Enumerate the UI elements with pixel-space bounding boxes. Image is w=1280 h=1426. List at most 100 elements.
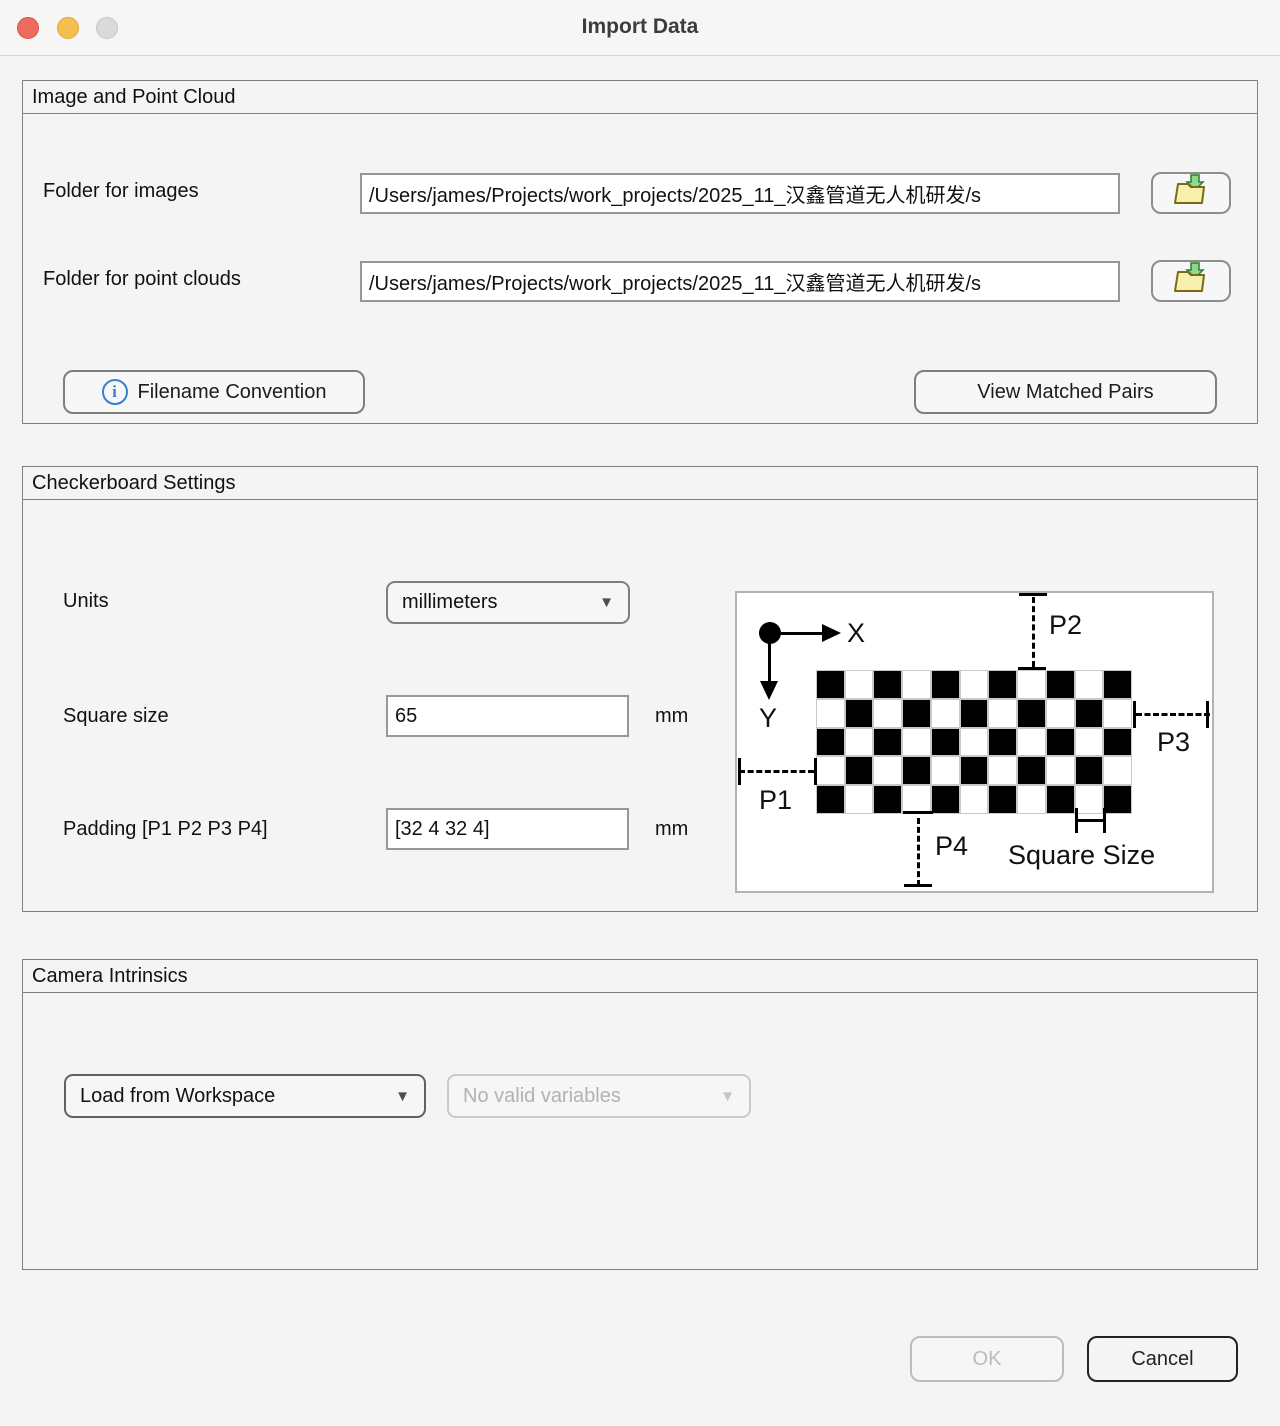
checkerboard-cell: [1046, 756, 1075, 785]
p3-label: P3: [1157, 727, 1190, 758]
checkerboard-diagram: X Y P2 P3 P1 P4 Square Size: [735, 591, 1214, 893]
square-size-input[interactable]: [386, 695, 629, 737]
window-title: Import Data: [0, 15, 1280, 39]
checkerboard-cell: [816, 756, 845, 785]
filename-convention-label: Filename Convention: [138, 381, 327, 404]
p4-tick: [904, 884, 932, 887]
square-size-connector: [1075, 819, 1105, 822]
checkerboard-cell: [988, 785, 1017, 814]
checkerboard-cell: [1103, 756, 1132, 785]
view-matched-pairs-button[interactable]: View Matched Pairs: [914, 370, 1217, 414]
checkerboard-cell: [1017, 699, 1046, 728]
square-size-label: Square size: [63, 705, 169, 728]
checkerboard-cell: [931, 785, 960, 814]
intrinsics-source-dropdown[interactable]: Load from Workspace ▼: [64, 1074, 426, 1118]
x-axis-arrowhead-icon: [822, 624, 841, 642]
checkerboard-cell: [1046, 670, 1075, 699]
checkerboard-cell: [902, 728, 931, 757]
checkerboard-cell: [931, 699, 960, 728]
panel-title-camera-intrinsics: Camera Intrinsics: [23, 960, 1257, 993]
folder-images-input[interactable]: [360, 173, 1120, 214]
checkerboard-cell: [873, 670, 902, 699]
p1-dimension-line: [739, 770, 814, 773]
checkerboard-cell: [873, 728, 902, 757]
titlebar: Import Data: [0, 0, 1280, 56]
checkerboard-cell: [1103, 699, 1132, 728]
p1-board-tick: [814, 758, 817, 785]
square-size-unit-label: mm: [655, 705, 688, 728]
intrinsics-variables-value: No valid variables: [463, 1085, 621, 1108]
checkerboard-cell: [1103, 785, 1132, 814]
checkerboard-cell: [1103, 728, 1132, 757]
filename-convention-button[interactable]: i Filename Convention: [63, 370, 365, 414]
checkerboard-cell: [931, 670, 960, 699]
checkerboard-cell: [1075, 699, 1104, 728]
checkerboard-cell: [816, 670, 845, 699]
checkerboard-cell: [931, 756, 960, 785]
checkerboard-cell: [845, 699, 874, 728]
checkerboard-cell: [845, 785, 874, 814]
checkerboard-cell: [960, 670, 989, 699]
checkerboard-cell: [1075, 670, 1104, 699]
folder-clouds-input[interactable]: [360, 261, 1120, 302]
checkerboard-cell: [988, 756, 1017, 785]
p2-dimension-line: [1032, 597, 1035, 667]
chevron-down-icon: ▼: [720, 1088, 735, 1105]
checkerboard-cell: [988, 699, 1017, 728]
folder-import-icon: [1171, 262, 1211, 300]
checkerboard-cell: [873, 699, 902, 728]
browse-clouds-button[interactable]: [1151, 260, 1231, 302]
checkerboard-cell: [845, 728, 874, 757]
checkerboard-cell: [902, 699, 931, 728]
cancel-button-label: Cancel: [1131, 1348, 1193, 1371]
checkerboard-cell: [1046, 699, 1075, 728]
checkerboard-cell: [845, 756, 874, 785]
units-dropdown[interactable]: millimeters ▼: [386, 581, 630, 624]
chevron-down-icon: ▼: [599, 594, 614, 611]
checkerboard-cell: [1075, 756, 1104, 785]
padding-label: Padding [P1 P2 P3 P4]: [63, 818, 268, 841]
checkerboard-cell: [960, 728, 989, 757]
p3-board-tick: [1133, 701, 1136, 728]
cancel-button[interactable]: Cancel: [1087, 1336, 1238, 1382]
square-size-caption: Square Size: [1008, 840, 1155, 871]
checkerboard-cell: [1017, 756, 1046, 785]
p2-tick: [1019, 593, 1047, 596]
view-matched-pairs-label: View Matched Pairs: [977, 381, 1153, 404]
x-axis-label: X: [847, 618, 865, 649]
checkerboard-board: [816, 670, 1132, 814]
p2-board-tick: [1018, 667, 1046, 670]
checkerboard-cell: [1017, 670, 1046, 699]
folder-images-label: Folder for images: [43, 180, 199, 203]
panel-title-image-point-cloud: Image and Point Cloud: [23, 81, 1257, 114]
checkerboard-cell: [960, 756, 989, 785]
checkerboard-cell: [902, 756, 931, 785]
checkerboard-cell: [1075, 785, 1104, 814]
x-axis-arrow: [770, 632, 824, 635]
checkerboard-cell: [873, 785, 902, 814]
browse-images-button[interactable]: [1151, 172, 1231, 214]
checkerboard-cell: [1103, 670, 1132, 699]
y-axis-label: Y: [759, 703, 777, 734]
checkerboard-cell: [960, 785, 989, 814]
checkerboard-cell: [902, 670, 931, 699]
checkerboard-cell: [1017, 785, 1046, 814]
p2-label: P2: [1049, 610, 1082, 641]
checkerboard-cell: [1075, 728, 1104, 757]
info-icon: i: [102, 379, 128, 405]
checkerboard-cell: [816, 785, 845, 814]
padding-input[interactable]: [386, 808, 629, 850]
checkerboard-cell: [873, 756, 902, 785]
p1-label: P1: [759, 785, 792, 816]
units-dropdown-value: millimeters: [402, 591, 498, 614]
checkerboard-cell: [960, 699, 989, 728]
image-point-cloud-panel: Image and Point Cloud Folder for images …: [22, 80, 1258, 424]
checkerboard-cell: [1046, 728, 1075, 757]
checkerboard-cell: [845, 670, 874, 699]
camera-intrinsics-panel: Camera Intrinsics Load from Workspace ▼ …: [22, 959, 1258, 1270]
ok-button-label: OK: [973, 1348, 1002, 1371]
p3-tick: [1206, 701, 1209, 728]
p3-dimension-line: [1136, 713, 1210, 716]
checkerboard-cell: [1017, 728, 1046, 757]
p4-board-tick: [903, 811, 933, 814]
